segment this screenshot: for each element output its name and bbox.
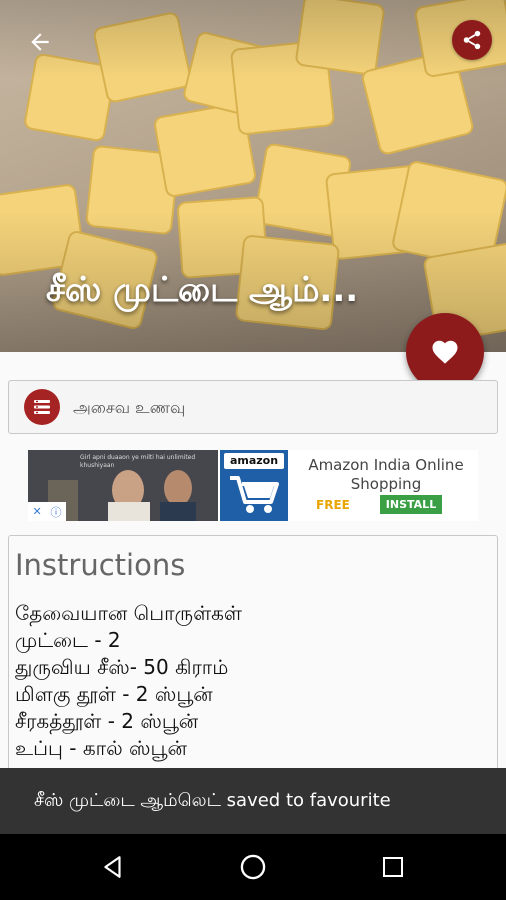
nav-back-button[interactable]	[93, 847, 133, 887]
list-icon	[34, 400, 50, 414]
ad-title: Amazon India Online Shopping	[308, 456, 464, 493]
nav-recents-button[interactable]	[373, 847, 413, 887]
ad-banner[interactable]: Girl apni duaaon ye milti hai unlimited …	[28, 450, 478, 521]
ad-free-label: FREE	[316, 498, 350, 512]
category-label: அசைவ உணவு	[73, 398, 186, 417]
snackbar-message: சீஸ் முட்டை ஆம்லெட் saved to favourite	[34, 790, 391, 811]
instruction-line: துருவிய சீஸ்- 50 கிராம்	[15, 655, 229, 679]
nav-home-button[interactable]	[233, 847, 273, 887]
instruction-line: தேவையான பொருள்கள்	[15, 601, 242, 625]
share-icon	[463, 30, 481, 50]
recipe-title: சீஸ் முட்டை ஆம்...	[46, 270, 359, 310]
category-row[interactable]: அசைவ உணவு	[8, 380, 498, 434]
ad-install-button[interactable]: INSTALL	[380, 495, 442, 514]
back-button[interactable]	[20, 22, 60, 62]
ad-info-icon[interactable]: ⓘ	[51, 504, 62, 520]
nav-back-icon	[104, 856, 121, 878]
amazon-app-logo[interactable]: amazon	[220, 450, 288, 521]
ad-video-thumbnail[interactable]: Girl apni duaaon ye milti hai unlimited …	[28, 450, 218, 521]
ad-choices[interactable]: ✕ ⓘ	[28, 502, 66, 521]
instruction-line: சீரகத்தூள் - 2 ஸ்பூன்	[15, 709, 199, 733]
cart-icon	[230, 476, 279, 513]
share-button[interactable]	[452, 20, 492, 60]
ad-video-caption: Girl apni duaaon ye milti hai unlimited …	[80, 454, 196, 469]
ad-close-icon[interactable]: ✕	[32, 505, 41, 518]
snackbar: சீஸ் முட்டை ஆம்லெட் saved to favourite	[0, 768, 506, 834]
category-icon-badge	[24, 389, 60, 425]
arrow-back-icon	[31, 33, 49, 51]
instructions-heading: Instructions	[15, 548, 186, 582]
instructions-text: தேவையான பொருள்கள் முட்டை - 2 துருவிய சீஸ…	[15, 600, 242, 762]
instruction-line: முட்டை - 2	[15, 628, 121, 652]
instruction-line: உப்பு - கால் ஸ்பூன்	[15, 736, 187, 760]
system-navigation-bar	[0, 834, 506, 900]
heart-icon	[432, 340, 458, 364]
nav-home-icon	[240, 854, 266, 880]
instruction-line: மிளகு தூள் - 2 ஸ்பூன்	[15, 682, 213, 706]
nav-recents-icon	[383, 857, 403, 877]
